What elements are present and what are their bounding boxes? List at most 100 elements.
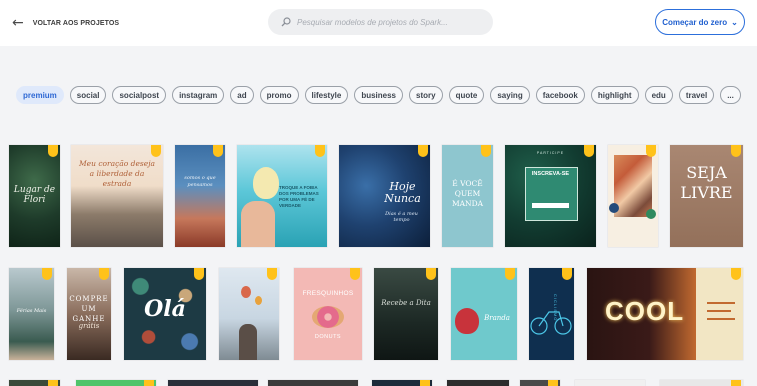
start-from-scratch-button[interactable]: Começar do zero ⌄ xyxy=(655,9,745,35)
premium-badge-icon xyxy=(48,145,58,157)
premium-badge-icon xyxy=(584,145,594,157)
tag-business[interactable]: business xyxy=(354,86,404,104)
template-card[interactable] xyxy=(608,145,658,247)
template-card[interactable]: somos o que pensamos xyxy=(175,145,225,247)
template-card[interactable] xyxy=(520,380,560,386)
decorative-lines xyxy=(707,310,731,312)
person-illustration xyxy=(239,324,257,360)
template-card-title: Recebe a Dita xyxy=(381,299,431,307)
tag-travel[interactable]: travel xyxy=(678,86,715,104)
premium-badge-icon xyxy=(194,268,204,280)
premium-badge-icon xyxy=(481,145,491,157)
tag-saying[interactable]: saying xyxy=(490,86,530,104)
template-card[interactable]: Hoje Nunca Dias é a meu tempo xyxy=(339,145,430,247)
template-card[interactable] xyxy=(372,380,432,386)
template-card[interactable]: Recebe a Dita xyxy=(374,268,438,360)
premium-badge-icon xyxy=(505,268,515,280)
tag-social[interactable]: social xyxy=(69,86,107,104)
template-card[interactable]: COMPRE UM GANHE grátis xyxy=(67,268,111,360)
decorative-lines xyxy=(707,318,735,320)
template-card[interactable] xyxy=(575,380,645,386)
search-icon xyxy=(281,17,291,27)
template-card[interactable] xyxy=(447,380,509,386)
premium-badge-icon xyxy=(42,268,52,280)
hand-illustration xyxy=(241,201,275,247)
template-card-title: Férias Mais xyxy=(16,308,47,314)
premium-badge-icon xyxy=(48,380,58,386)
template-card-title: Lugar de Flori xyxy=(13,185,56,205)
premium-badge-icon xyxy=(144,380,154,386)
template-card[interactable] xyxy=(219,268,279,360)
form-input-mock xyxy=(532,203,569,208)
template-card[interactable]: FRESQUINHOS DONUTS xyxy=(294,268,362,360)
tag-facebook[interactable]: facebook xyxy=(535,86,585,104)
template-card[interactable] xyxy=(660,380,743,386)
back-to-projects-link[interactable]: ← VOLTAR AOS PROJETOS xyxy=(12,14,119,32)
template-card[interactable]: É VOCÊ QUEM MANDA xyxy=(442,145,493,247)
tag-instagram[interactable]: instagram xyxy=(172,86,225,104)
photo-collage xyxy=(614,155,652,217)
tag-promo[interactable]: promo xyxy=(259,86,299,104)
template-card-subtitle: grátis xyxy=(78,322,100,330)
tag-ad[interactable]: ad xyxy=(230,86,254,104)
strawberry-illustration xyxy=(455,308,479,334)
template-card[interactable]: PARTICIPE INSCREVA-SE xyxy=(505,145,596,247)
template-card[interactable]: Férias Mais xyxy=(9,268,54,360)
premium-badge-icon xyxy=(548,380,558,386)
search-bar[interactable] xyxy=(268,9,493,35)
start-from-scratch-label: Começar do zero xyxy=(662,17,728,27)
tag-highlight[interactable]: highlight xyxy=(590,86,639,104)
template-card[interactable]: Meu coração deseja a liberdade da estrad… xyxy=(71,145,163,247)
template-card-title: COOL xyxy=(605,296,685,326)
premium-badge-icon xyxy=(426,268,436,280)
back-to-projects-label: VOLTAR AOS PROJETOS xyxy=(32,19,120,27)
template-card[interactable] xyxy=(9,380,60,386)
template-card[interactable]: TROQUE A FOBIA DOS PROBLEMAS POR UMA FÉ … xyxy=(237,145,327,247)
template-gallery-page: ← VOLTAR AOS PROJETOS Começar do zero ⌄ … xyxy=(0,0,757,386)
template-card[interactable]: Lugar de Flori xyxy=(9,145,60,247)
template-card[interactable]: Branda xyxy=(451,268,517,360)
template-card[interactable]: COOL xyxy=(587,268,743,360)
template-card-title: FRESQUINHOS xyxy=(302,290,354,297)
template-card[interactable]: SEJA LIVRE xyxy=(670,145,743,247)
more-tags-button[interactable]: ... xyxy=(720,86,741,104)
template-card[interactable] xyxy=(268,380,358,386)
template-card-title: CICLISMO xyxy=(553,294,558,322)
balloon-illustration xyxy=(241,286,251,298)
premium-badge-icon xyxy=(418,145,428,157)
ice-cream-illustration xyxy=(253,167,279,199)
tag-lifestyle[interactable]: lifestyle xyxy=(304,86,349,104)
tag-edu[interactable]: edu xyxy=(644,86,673,104)
search-input[interactable] xyxy=(297,17,482,27)
template-card-title: Meu coração deseja a liberdade da estrad… xyxy=(79,159,155,188)
tag-filter-bar: premium social socialpost instagram ad p… xyxy=(16,85,741,105)
template-card-title: SEJA LIVRE xyxy=(680,163,733,202)
template-card-title: TROQUE A FOBIA DOS PROBLEMAS POR UMA FÉ … xyxy=(279,185,319,208)
template-card[interactable]: CICLISMO xyxy=(529,268,574,360)
tag-story[interactable]: story xyxy=(409,86,443,104)
decorative-dot xyxy=(609,203,619,213)
chevron-down-icon: ⌄ xyxy=(731,17,738,27)
premium-badge-icon xyxy=(646,145,656,157)
premium-badge-icon xyxy=(99,268,109,280)
premium-badge-icon xyxy=(213,145,223,157)
premium-badge-icon xyxy=(562,268,572,280)
premium-badge-icon xyxy=(267,268,277,280)
template-card-title: Branda xyxy=(484,314,510,322)
template-card[interactable] xyxy=(76,380,156,386)
balloon-illustration xyxy=(255,296,262,305)
premium-badge-icon xyxy=(350,268,360,280)
tag-quote[interactable]: quote xyxy=(448,86,485,104)
template-card-title: somos o que pensamos xyxy=(184,175,216,188)
premium-badge-icon xyxy=(731,145,741,157)
tag-socialpost[interactable]: socialpost xyxy=(112,86,167,104)
tag-premium[interactable]: premium xyxy=(16,86,64,104)
premium-badge-icon xyxy=(151,145,161,157)
template-card-subtitle: Dias é a meu tempo xyxy=(385,211,418,223)
template-card-title: Hoje Nunca xyxy=(384,180,421,205)
template-card-title: É VOCÊ QUEM MANDA xyxy=(451,179,484,208)
template-card-label: PARTICIPE xyxy=(536,151,565,155)
template-card[interactable] xyxy=(168,380,258,386)
template-card[interactable]: Olá xyxy=(124,268,206,360)
decorative-lines xyxy=(707,302,735,304)
